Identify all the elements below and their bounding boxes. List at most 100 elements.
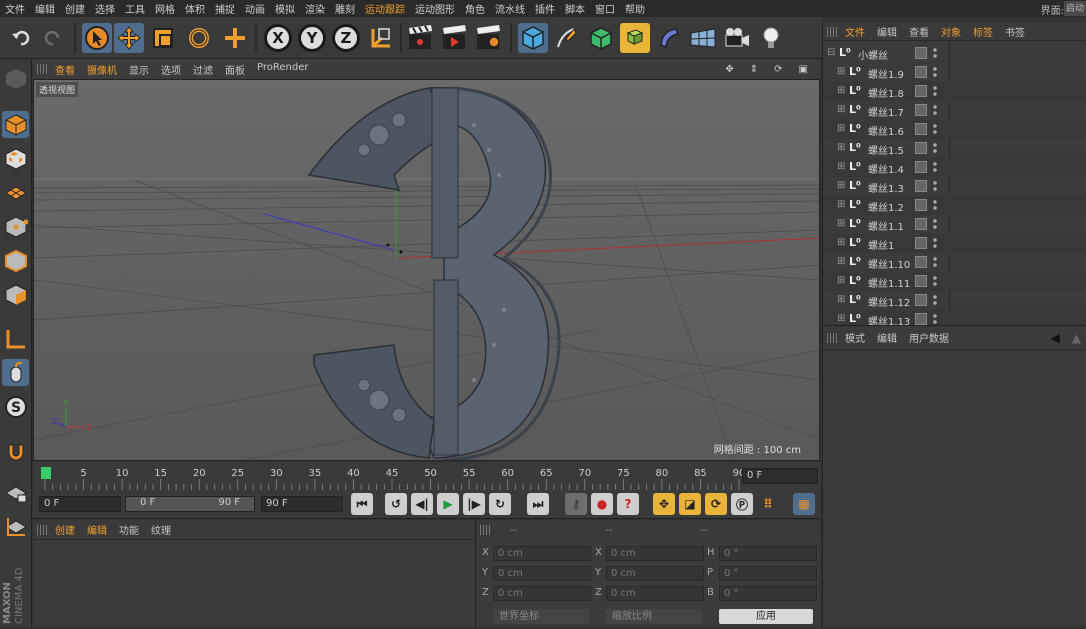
object-row[interactable]: ⊞ L⁰ 螺丝1.1 [823, 215, 1086, 234]
viewport-menu-item[interactable]: 显示 [123, 62, 155, 77]
material-tab-texture[interactable]: 纹理 [145, 522, 177, 537]
play-button[interactable]: ▶ [437, 493, 459, 515]
redo-button[interactable] [38, 23, 68, 53]
object-manager-tab[interactable]: 标签 [967, 24, 999, 39]
start-frame-field[interactable]: 0 F [39, 496, 121, 512]
menu-item[interactable]: 文件 [0, 1, 30, 16]
z-axis-lock-button[interactable]: Z [331, 23, 361, 53]
expand-icon[interactable]: ⊞ [837, 124, 847, 134]
menu-item[interactable]: 动画 [240, 1, 270, 16]
object-row[interactable]: ⊞ L⁰ 螺丝1.7 [823, 101, 1086, 120]
edges-mode-button[interactable] [2, 247, 29, 274]
back-arrow-icon[interactable]: ◀ [1045, 331, 1066, 345]
visibility-dots-icon[interactable] [933, 47, 937, 59]
pos-x-field[interactable]: 0 cm [493, 546, 591, 561]
maximize-view-icon[interactable]: ▣ [793, 64, 814, 75]
visibility-dots-icon[interactable] [933, 180, 937, 192]
material-tab-edit[interactable]: 编辑 [81, 522, 113, 537]
tweak-mode-button[interactable] [2, 359, 29, 386]
layer-tag-icon[interactable] [915, 180, 927, 192]
size-y-field[interactable]: 0 cm [606, 566, 704, 581]
workplane-axis-button[interactable] [2, 513, 29, 540]
object-row[interactable]: ⊞ L⁰ 螺丝1.8 [823, 82, 1086, 101]
menu-item[interactable]: 帮助 [620, 1, 650, 16]
object-manager-tab[interactable]: 对象 [935, 24, 967, 39]
frame-range-slider[interactable]: 0 F 90 F [125, 496, 255, 512]
size-mode-select[interactable]: 缩放比例 [606, 609, 702, 624]
expand-icon[interactable]: ⊞ [837, 257, 847, 267]
visibility-dots-icon[interactable] [933, 142, 937, 154]
object-row[interactable]: ⊞ L⁰ 螺丝1.10 [823, 253, 1086, 272]
cloner-button[interactable] [620, 23, 650, 53]
orbit-view-icon[interactable]: ⟳ [768, 64, 788, 75]
layer-tag-icon[interactable] [915, 123, 927, 135]
expand-icon[interactable]: ⊞ [837, 276, 847, 286]
expand-icon[interactable]: ⊞ [837, 238, 847, 248]
scale-tool-button[interactable] [148, 23, 178, 53]
coordinate-mode-select[interactable]: 世界坐标 [493, 609, 589, 624]
key-position-button[interactable]: ✥ [653, 493, 675, 515]
layer-tag-icon[interactable] [915, 66, 927, 78]
object-manager-tab[interactable]: 查看 [903, 24, 935, 39]
light-button[interactable] [756, 23, 786, 53]
step-back-button[interactable]: ◀| [411, 493, 433, 515]
dolly-view-icon[interactable]: ⇕ [744, 64, 764, 75]
layer-tag-icon[interactable] [915, 294, 927, 306]
panel-grip-icon[interactable] [37, 524, 49, 535]
key-pla-button[interactable]: ⠿ [757, 493, 779, 515]
camera-button[interactable] [722, 23, 752, 53]
object-row[interactable]: ⊞ L⁰ 螺丝1.3 [823, 177, 1086, 196]
last-tool-button[interactable] [220, 23, 250, 53]
current-frame-field[interactable]: 0 F [742, 468, 818, 484]
timeline-ruler[interactable]: 051015202530354045505560657075808590 0 F [33, 462, 820, 490]
rot-p-field[interactable]: 0 ° [719, 566, 817, 581]
menu-item[interactable]: 编辑 [30, 1, 60, 16]
object-manager-tab[interactable]: 文件 [839, 24, 871, 39]
visibility-dots-icon[interactable] [933, 256, 937, 268]
expand-icon[interactable]: ⊞ [837, 181, 847, 191]
prev-key-button[interactable]: ↺ [385, 493, 407, 515]
object-root-row[interactable]: ⊟ L⁰ 小螺丝 [823, 44, 1086, 63]
next-key-button[interactable]: ↻ [489, 493, 511, 515]
perspective-viewport[interactable]: Y X Z 透视视图 网格间距 : 100 cm [33, 79, 820, 461]
playhead-marker[interactable] [41, 467, 51, 479]
menu-item[interactable]: 模拟 [270, 1, 300, 16]
viewport-menu-item[interactable]: 选项 [155, 62, 187, 77]
visibility-dots-icon[interactable] [933, 123, 937, 135]
visibility-dots-icon[interactable] [933, 161, 937, 173]
timeline-window-button[interactable]: ▦ [793, 493, 815, 515]
menu-item[interactable]: 选择 [90, 1, 120, 16]
panel-grip-icon[interactable] [37, 64, 49, 74]
attr-tab-userdata[interactable]: 用户数据 [903, 330, 955, 345]
rot-h-field[interactable]: 0 ° [719, 546, 817, 561]
menu-item[interactable]: 网格 [150, 1, 180, 16]
menu-item[interactable]: 渲染 [300, 1, 330, 16]
menu-item[interactable]: 窗口 [590, 1, 620, 16]
panel-grip-icon[interactable] [480, 525, 492, 535]
object-row[interactable]: ⊞ L⁰ 螺丝1.2 [823, 196, 1086, 215]
menu-item[interactable]: 体积 [180, 1, 210, 16]
visibility-dots-icon[interactable] [933, 275, 937, 287]
visibility-dots-icon[interactable] [933, 199, 937, 211]
expand-icon[interactable]: ⊞ [837, 219, 847, 229]
points-mode-button[interactable] [2, 213, 29, 240]
layout-select[interactable]: 启动 [1064, 1, 1086, 16]
up-arrow-icon[interactable]: ▲ [1066, 331, 1086, 345]
goto-start-button[interactable]: ⏮ [351, 493, 373, 515]
x-axis-lock-button[interactable]: X [263, 23, 293, 53]
step-forward-button[interactable]: |▶ [463, 493, 485, 515]
menu-item[interactable]: 工具 [120, 1, 150, 16]
viewport-menu-item[interactable]: 查看 [49, 62, 81, 77]
expand-icon[interactable]: ⊞ [837, 105, 847, 115]
visibility-dots-icon[interactable] [933, 85, 937, 97]
render-view-button[interactable] [406, 23, 436, 53]
workplane-mode-button[interactable] [2, 179, 29, 206]
keyframe-selection-button[interactable]: ? [617, 493, 639, 515]
solo-mode-button[interactable]: S [2, 393, 29, 420]
visibility-dots-icon[interactable] [933, 294, 937, 306]
render-picture-viewer-button[interactable] [440, 23, 470, 53]
pos-z-field[interactable]: 0 cm [493, 586, 591, 601]
layer-tag-icon[interactable] [915, 275, 927, 287]
layer-tag-icon[interactable] [915, 47, 927, 59]
expand-icon[interactable]: ⊞ [837, 143, 847, 153]
